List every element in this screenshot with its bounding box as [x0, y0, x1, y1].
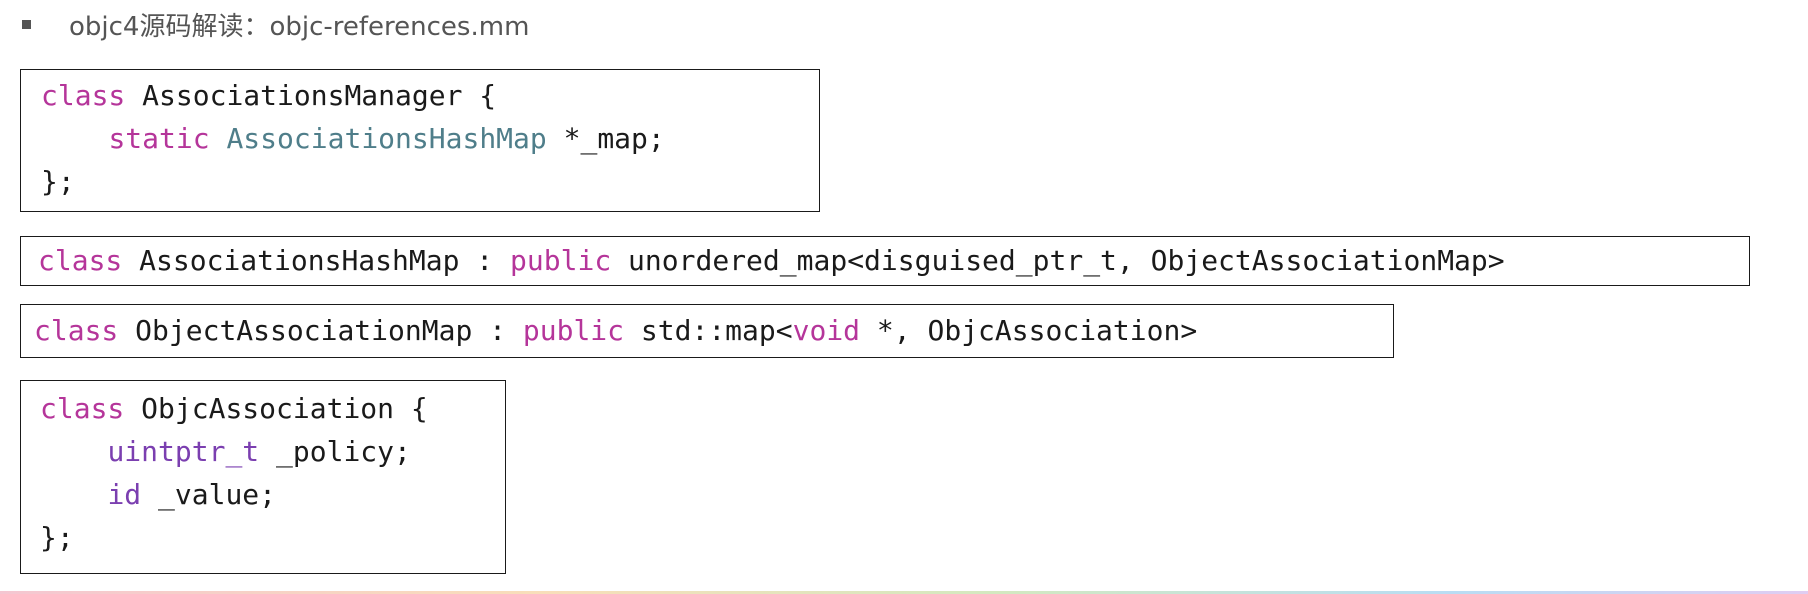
code-block-associations-manager: class AssociationsManager { static Assoc… — [20, 69, 820, 212]
code-token-kw: void — [792, 314, 861, 347]
code-line: }; — [40, 516, 505, 559]
code-token-plain: AssociationsManager { — [125, 79, 497, 112]
code-token-plain: unordered_map<disguised_ptr_t, ObjectAss… — [611, 244, 1505, 277]
code-block-associations-hash-map: class AssociationsHashMap : public unord… — [20, 236, 1750, 286]
code-token-kw: public — [522, 314, 625, 347]
page-heading: objc4源码解读：objc-references.mm — [69, 11, 530, 42]
code-line: uintptr_t _policy; — [40, 430, 505, 473]
code-token-plain: *_map; — [546, 122, 665, 155]
code-token-kw: static — [108, 122, 210, 155]
code-token-type-teal: AssociationsHashMap — [226, 122, 547, 155]
code-token-kw: class — [34, 314, 119, 347]
bullet-square-icon — [22, 19, 31, 29]
code-block-objc-association: class ObjcAssociation { uintptr_t _polic… — [20, 380, 506, 574]
code-token-plain: AssociationsHashMap : — [122, 244, 511, 277]
code-token-kw: class — [41, 79, 126, 112]
code-line: id _value; — [40, 473, 505, 516]
code-token-type-purple: uintptr_t — [107, 435, 260, 468]
code-line: class AssociationsManager { — [41, 74, 819, 117]
code-token-plain: std::map< — [624, 314, 793, 347]
code-token-plain: _value; — [141, 478, 277, 511]
heading-row: objc4源码解读：objc-references.mm — [20, 4, 529, 44]
code-token-plain: ObjectAssociationMap : — [118, 314, 523, 347]
code-line: class AssociationsHashMap : public unord… — [38, 237, 1749, 285]
code-token-plain: _policy; — [259, 435, 411, 468]
code-block-object-association-map: class ObjectAssociationMap : public std:… — [20, 304, 1394, 358]
code-token-plain: *, ObjcAssociation> — [860, 314, 1198, 347]
code-line: class ObjcAssociation { — [40, 387, 505, 430]
code-token-kw: class — [38, 244, 123, 277]
code-token-plain: ObjcAssociation { — [124, 392, 428, 425]
code-line: class ObjectAssociationMap : public std:… — [34, 305, 1393, 357]
code-token-type-purple: id — [107, 478, 142, 511]
code-line: }; — [41, 160, 819, 203]
code-token-plain: }; — [41, 165, 75, 198]
code-token-plain: }; — [40, 521, 74, 554]
code-line: static AssociationsHashMap *_map; — [41, 117, 819, 160]
code-token-kw: class — [40, 392, 125, 425]
code-token-kw: public — [510, 244, 612, 277]
